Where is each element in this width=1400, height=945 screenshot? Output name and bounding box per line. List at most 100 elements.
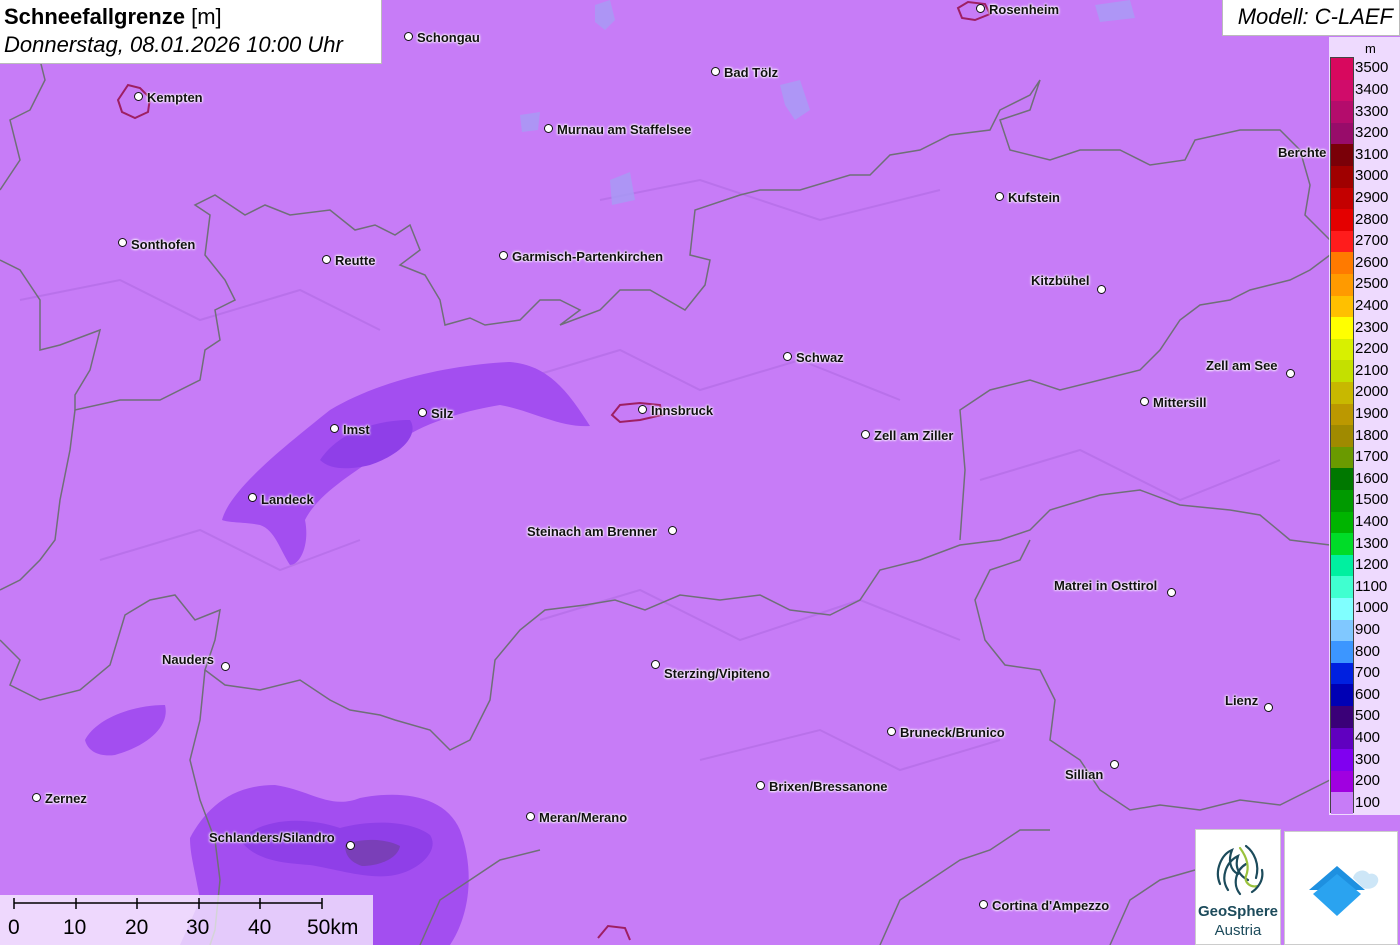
city-marker xyxy=(1264,703,1273,712)
austria-logo-text: Austria xyxy=(1214,922,1262,939)
legend-label: 300 xyxy=(1355,750,1381,768)
city-marker xyxy=(526,812,535,821)
legend-label: 1400 xyxy=(1355,512,1389,530)
legend-label: 2500 xyxy=(1355,275,1389,293)
geosphere-austria-logo: GeoSphere Austria xyxy=(1195,829,1281,945)
legend-label: 1300 xyxy=(1355,534,1389,552)
legend-color-swatch xyxy=(1331,317,1353,340)
legend-label: 800 xyxy=(1355,642,1381,660)
legend-color-swatch xyxy=(1331,230,1353,253)
weather-app-icon xyxy=(1309,866,1379,916)
legend-label: 200 xyxy=(1355,772,1381,790)
map-timestamp: Donnerstag, 08.01.2026 10:00 Uhr xyxy=(4,32,343,57)
legend-color-swatch xyxy=(1331,382,1353,405)
city-marker xyxy=(248,493,257,502)
city-marker xyxy=(711,67,720,76)
legend-color-swatch xyxy=(1331,425,1353,448)
city-label: Brixen/Bressanone xyxy=(769,779,888,794)
city-marker xyxy=(221,662,230,671)
scale-label: 20 xyxy=(125,916,149,939)
city-label: Cortina d'Ampezzo xyxy=(992,898,1110,913)
city-marker xyxy=(638,405,647,414)
city-label: Landeck xyxy=(261,492,314,507)
legend-color-swatch xyxy=(1331,403,1353,426)
legend-color-swatch xyxy=(1331,533,1353,556)
scale-label: 40 xyxy=(248,916,272,939)
legend-label: 700 xyxy=(1355,664,1381,682)
legend-color-swatch xyxy=(1331,641,1353,664)
city-marker xyxy=(322,255,331,264)
legend-color-swatch xyxy=(1331,727,1353,750)
legend-color-swatch xyxy=(1331,360,1353,383)
legend-color-swatch xyxy=(1331,58,1353,81)
city-label: Murnau am Staffelsee xyxy=(557,122,692,137)
legend-color-swatch xyxy=(1331,554,1353,577)
city-label: Sonthofen xyxy=(131,237,196,252)
snowfall-limit-map[interactable] xyxy=(0,0,1400,945)
legend-color-swatch xyxy=(1331,295,1353,318)
model-label: Modell: C-LAEF xyxy=(1237,4,1393,29)
city-marker xyxy=(404,32,413,41)
city-marker xyxy=(783,352,792,361)
city-label: Kempten xyxy=(147,90,203,105)
city-label: Mittersill xyxy=(1153,395,1207,410)
city-label: Sterzing/Vipiteno xyxy=(664,666,770,681)
legend-color-swatch xyxy=(1331,274,1353,297)
city-marker xyxy=(1097,285,1106,294)
legend-color-swatch xyxy=(1331,619,1353,642)
city-marker xyxy=(979,900,988,909)
city-marker xyxy=(118,238,127,247)
legend-label: 1500 xyxy=(1355,491,1389,509)
city-marker xyxy=(1286,369,1295,378)
geosphere-emblem-icon xyxy=(1216,844,1264,896)
city-label: Meran/Merano xyxy=(539,810,628,825)
city-marker xyxy=(346,841,355,850)
city-marker xyxy=(1167,588,1176,597)
city-marker xyxy=(651,660,660,669)
city-label: Rosenheim xyxy=(989,2,1060,17)
city-marker xyxy=(499,251,508,260)
city-label: Garmisch-Partenkirchen xyxy=(512,249,664,264)
city-label: Silz xyxy=(431,406,454,421)
city-marker xyxy=(995,192,1004,201)
legend-color-swatch xyxy=(1331,79,1353,102)
city-marker xyxy=(668,526,677,535)
legend-label: 2000 xyxy=(1355,383,1389,401)
legend-label: 2900 xyxy=(1355,188,1389,206)
legend-color-swatch xyxy=(1331,338,1353,361)
legend-label: 2600 xyxy=(1355,253,1389,271)
scale-label: 30 xyxy=(186,916,210,939)
city-label: Nauders xyxy=(162,652,215,667)
scale-bar: 0 10 20 30 40 50km xyxy=(0,895,373,945)
city-marker xyxy=(418,408,427,417)
city-label: Bruneck/Brunico xyxy=(900,725,1005,740)
legend-label: 3300 xyxy=(1355,102,1389,120)
color-legend: m 3500 3400 3300 3200 3100 3000 2900 2800 2700 26… xyxy=(1329,37,1400,815)
legend-color-swatch xyxy=(1331,749,1353,772)
city-label: Berchte xyxy=(1278,145,1327,160)
legend-label: 3000 xyxy=(1355,167,1389,185)
city-marker xyxy=(976,4,985,13)
city-marker xyxy=(330,424,339,433)
map-title: Schneefallgrenze [m] xyxy=(4,4,222,29)
legend-label: 100 xyxy=(1355,793,1381,811)
city-label: Innsbruck xyxy=(651,403,714,418)
legend-color-swatch xyxy=(1331,209,1353,232)
legend-color-swatch xyxy=(1331,598,1353,621)
legend-label: 900 xyxy=(1355,620,1381,638)
city-marker xyxy=(1110,760,1119,769)
legend-unit: m xyxy=(1365,41,1376,56)
legend-label: 2300 xyxy=(1355,318,1389,336)
city-label: Sillian xyxy=(1065,767,1104,782)
city-marker xyxy=(887,727,896,736)
legend-label: 1100 xyxy=(1355,577,1388,595)
legend-label: 400 xyxy=(1355,728,1381,746)
city-label: Imst xyxy=(343,422,370,437)
legend-color-swatch xyxy=(1331,684,1353,707)
legend-color-swatch xyxy=(1331,511,1353,534)
city-marker xyxy=(861,430,870,439)
legend-label: 1800 xyxy=(1355,426,1389,444)
legend-label: 2400 xyxy=(1355,296,1389,314)
model-label-panel: Modell: C-LAEF xyxy=(1222,0,1400,36)
legend-label: 1900 xyxy=(1355,404,1389,422)
